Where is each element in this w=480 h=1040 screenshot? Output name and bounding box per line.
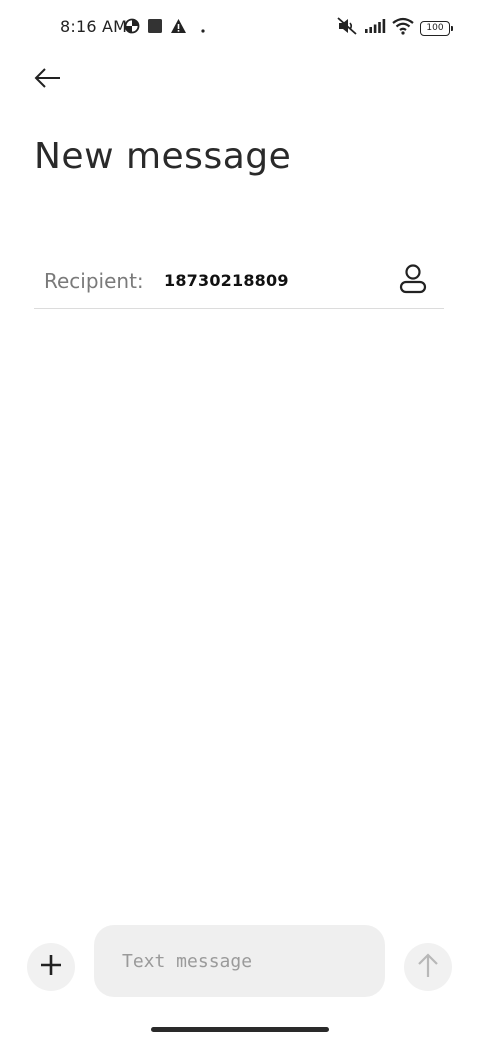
arrow-left-icon — [34, 67, 62, 93]
send-button[interactable] — [404, 943, 452, 991]
square-notification-icon — [147, 18, 163, 38]
status-bar: 8:16 AM 100 — [0, 0, 480, 56]
plus-icon — [40, 954, 62, 980]
message-input[interactable] — [94, 925, 385, 997]
back-button[interactable] — [28, 62, 68, 98]
page-title: New message — [34, 136, 292, 177]
contact-picker-button[interactable] — [396, 264, 430, 298]
recipient-row[interactable]: Recipient: 18730218809 — [34, 256, 444, 309]
dot-icon — [200, 19, 206, 38]
warning-icon — [170, 18, 187, 38]
mute-icon — [336, 16, 358, 40]
signal-icon — [364, 18, 386, 38]
data-saver-icon — [124, 18, 140, 38]
recipient-value[interactable]: 18730218809 — [164, 271, 289, 290]
status-right-icons: 100 — [336, 16, 453, 40]
attach-button[interactable] — [27, 943, 75, 991]
recipient-label: Recipient: — [44, 269, 144, 293]
battery-icon: 100 — [420, 20, 453, 36]
status-time: 8:16 AM — [60, 17, 128, 36]
person-icon — [399, 264, 427, 298]
home-indicator — [151, 1027, 329, 1032]
status-left-icons — [124, 18, 206, 38]
arrow-up-icon — [417, 952, 439, 982]
wifi-icon — [392, 17, 414, 39]
